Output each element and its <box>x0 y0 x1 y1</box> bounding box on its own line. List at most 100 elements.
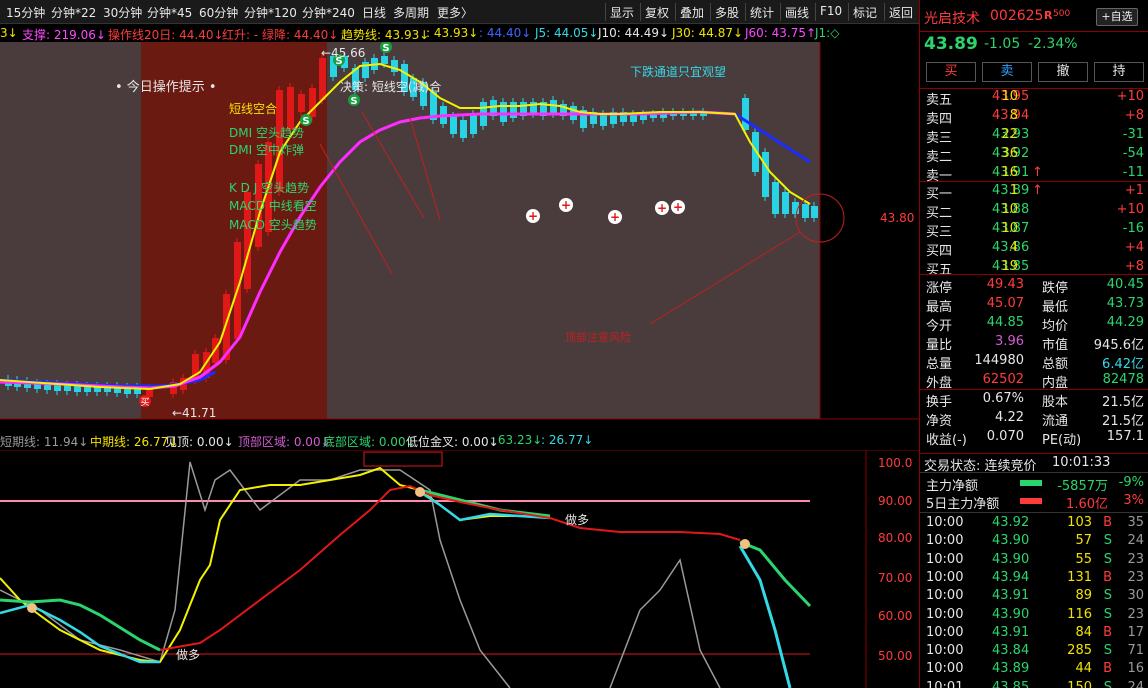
tick-time: 10:00 <box>926 661 964 677</box>
flow-row: 主力净额 -5857万 -9% <box>920 474 1148 494</box>
tick-row[interactable]: 10:00 43.94 131 B 23 <box>920 569 1148 588</box>
candle-body <box>772 182 779 214</box>
timeframe-tab[interactable]: 分钟*240 <box>302 4 355 21</box>
ask-row[interactable]: 卖五 43.95 10 +10 <box>920 88 1148 108</box>
timeframe-tab[interactable]: 更多〉 <box>437 4 473 21</box>
tick-row[interactable]: 10:00 43.91 89 S 30 <box>920 587 1148 606</box>
tick-price: 43.91 <box>992 624 1030 640</box>
cross-marker <box>740 539 750 549</box>
stat-label: 今开 <box>926 319 953 334</box>
sub-indicator-value: 顶部区域: 0.00↓ <box>238 435 331 449</box>
timeframe-tab[interactable]: 15分钟 <box>6 4 45 21</box>
tick-row[interactable]: 10:00 43.90 57 S 24 <box>920 532 1148 551</box>
candle-body <box>381 56 388 64</box>
trade-button[interactable]: 买 <box>926 62 976 82</box>
toolbar-button[interactable]: 画线 <box>780 3 813 21</box>
toolbar-button[interactable]: 返回 <box>884 3 917 21</box>
timeframe-tab[interactable]: 日线 <box>362 4 386 21</box>
tick-row[interactable]: 10:00 43.90 116 S 23 <box>920 606 1148 625</box>
candlestick-svg[interactable]: ++++ +SSSS买←41.71←45.66• 今日操作提示 •短线空合DMI … <box>0 41 919 430</box>
high-price-label: ←45.66 <box>321 46 365 60</box>
candle-body <box>319 58 326 100</box>
tick-price: 43.90 <box>992 533 1030 549</box>
trade-button[interactable]: 卖 <box>982 62 1032 82</box>
tip-item: MACD 空头趋势 <box>229 218 317 232</box>
stat-label: 最高 <box>926 300 953 315</box>
tick-direction: B <box>1103 624 1112 640</box>
oscillator-chart[interactable]: 100.0 90.00 80.00 70.00 60.00 50.00 做多 做多 <box>0 449 919 688</box>
timeframe-tab[interactable]: 30分钟 <box>103 4 142 21</box>
stock-name: 光启技术 <box>924 11 980 27</box>
toolbar-button[interactable]: 多股 <box>710 3 743 21</box>
bid-row[interactable]: 买二 43.88 10 +10 <box>920 201 1148 221</box>
sub-y-label: 70.00 <box>878 571 912 585</box>
trade-button[interactable]: 撤 <box>1038 62 1088 82</box>
tick-volume: 44 <box>1075 661 1092 677</box>
flow-bar <box>1020 480 1042 486</box>
tick-volume: 131 <box>1067 569 1092 585</box>
tick-row[interactable]: 10:00 43.91 84 B 17 <box>920 624 1148 643</box>
bid-row[interactable]: 买三 43.87 10 -16 <box>920 220 1148 240</box>
trade-status-label: 交易状态: 连续竞价 <box>924 459 1037 474</box>
book-change: +4 <box>1124 240 1144 255</box>
stat-label: 最低 <box>1042 300 1069 315</box>
ask-row[interactable]: 卖四 43.94 8 +8 <box>920 107 1148 127</box>
toolbar-button[interactable]: 复权 <box>640 3 673 21</box>
book-change: -11 <box>1122 165 1144 180</box>
toolbar-button[interactable]: F10 <box>815 3 846 21</box>
green-line-3 <box>739 540 812 608</box>
oscillator-svg[interactable]: 100.090.0080.0070.0060.0050.00做多做多 <box>0 449 919 688</box>
tick-row[interactable]: 10:00 43.92 103 B 35 <box>920 514 1148 533</box>
bid-row[interactable]: 买四 43.86 4 +4 <box>920 239 1148 259</box>
bid-row[interactable]: 买一 43.89 ↑ 1 +1 <box>920 182 1148 202</box>
stat-value: 0.67% <box>982 391 1024 406</box>
timeframe-tab[interactable]: 分钟*45 <box>147 4 192 21</box>
timeframe-tab[interactable]: 分钟*120 <box>244 4 297 21</box>
indicator-value: J30: 44.87↓ <box>672 26 744 40</box>
sub-y-label: 60.00 <box>878 609 912 623</box>
stat-value: 21.5亿 <box>1102 414 1144 429</box>
ask-row[interactable]: 卖三 43.93 22 -31 <box>920 126 1148 146</box>
timeframe-tab[interactable]: 分钟*22 <box>51 4 96 21</box>
stat-row: 换手 0.67% 股本 21.5亿 <box>920 390 1148 410</box>
stat-value: 6.42亿 <box>1102 357 1144 372</box>
divider <box>920 512 1148 513</box>
book-volume: 10 <box>1001 221 1018 236</box>
book-arrow: ↑ <box>1032 183 1043 198</box>
flow-label: 5日主力净额 <box>926 497 1000 512</box>
flow-pct: -9% <box>1118 475 1144 490</box>
timeframe-tab[interactable]: 60分钟 <box>199 4 238 21</box>
tick-row[interactable]: 10:01 43.85 150 S 24 <box>920 679 1148 688</box>
tick-time: 10:00 <box>926 606 964 622</box>
top-zone-box <box>363 451 443 467</box>
flow-bar <box>1020 498 1042 504</box>
tick-row[interactable]: 10:00 43.84 285 S 71 <box>920 642 1148 661</box>
toolbar-button[interactable]: 统计 <box>745 3 778 21</box>
add-watchlist-button[interactable]: +自选 <box>1096 8 1138 26</box>
toolbar-button[interactable]: 标记 <box>848 3 881 21</box>
tick-volume: 116 <box>1067 606 1092 622</box>
do-more-label: 做多 <box>176 647 200 662</box>
candle-body <box>450 116 457 134</box>
toolbar-button[interactable]: 叠加 <box>675 3 708 21</box>
toolbar-button[interactable]: 显示 <box>605 3 638 21</box>
book-label: 卖四 <box>926 112 953 127</box>
candlestick-chart[interactable]: + + + + + S S S S 买 ←41.71 ←45.66 • 今日操作提示 • 短线空合 DMI … <box>0 41 919 430</box>
ask-row[interactable]: 卖一 43.91 ↑ 16 -11 <box>920 164 1148 184</box>
buy-signal-label: 买 <box>140 397 149 408</box>
tick-time: 10:00 <box>926 533 964 549</box>
book-change: -54 <box>1122 146 1144 161</box>
book-volume: 10 <box>1001 202 1018 217</box>
candle-body <box>391 60 398 72</box>
ask-row[interactable]: 卖二 43.92 36 -54 <box>920 145 1148 165</box>
tick-time: 10:00 <box>926 515 964 530</box>
trade-button[interactable]: 持 <box>1094 62 1144 82</box>
candle-body <box>460 120 467 138</box>
tick-row[interactable]: 10:00 43.90 55 S 23 <box>920 551 1148 570</box>
book-label: 买一 <box>926 187 953 202</box>
stat-label: 涨停 <box>926 281 953 296</box>
tick-row[interactable]: 10:00 43.89 44 B 16 <box>920 660 1148 679</box>
stat-row: 今开 44.85 均价 44.29 <box>920 314 1148 334</box>
tick-volume: 89 <box>1075 588 1092 604</box>
timeframe-tab[interactable]: 多周期 <box>393 4 429 21</box>
